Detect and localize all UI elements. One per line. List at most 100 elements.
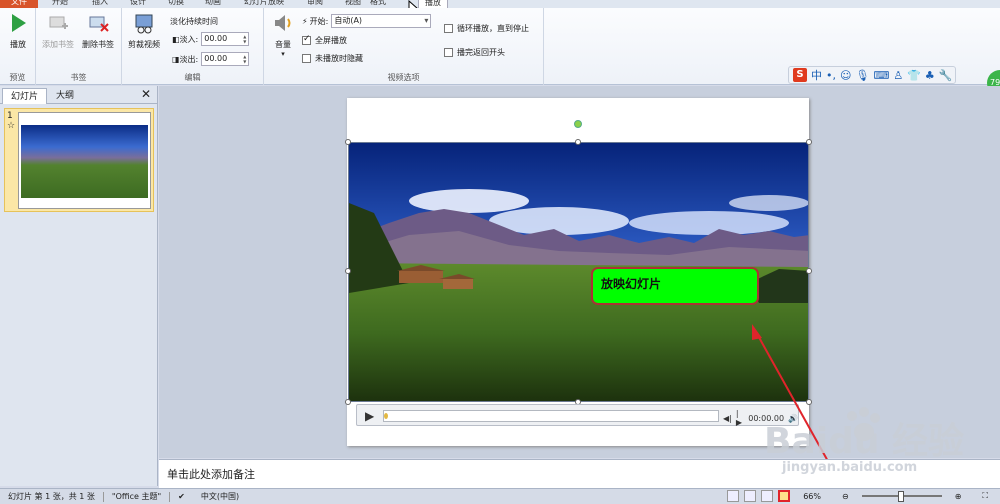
fit-window-icon[interactable]: ⛶ [974, 491, 996, 501]
tab-design[interactable]: 设计 [130, 0, 146, 8]
volume-button[interactable]: 音量 ▾ [266, 12, 300, 58]
trim-video-icon [135, 14, 153, 34]
close-icon[interactable]: ✕ [141, 87, 151, 101]
group-bookmarks: 添加书签 删除书签 书签 [36, 8, 122, 85]
fade-in-spinner[interactable]: 00.00 [201, 32, 250, 46]
add-bookmark-icon [49, 16, 68, 29]
ime-lang-toggle[interactable]: 中 [811, 67, 822, 83]
tab-view[interactable]: 视图 [345, 0, 361, 8]
language[interactable]: 中文(中国) [193, 491, 247, 502]
volume-icon [275, 15, 291, 31]
callout-box[interactable]: 放映幻灯片 [591, 267, 759, 305]
play-button[interactable]: 播放 [0, 12, 38, 50]
tab-format[interactable]: 格式 [370, 0, 386, 8]
zoom-in-icon[interactable]: ⊕ [947, 492, 970, 501]
step-back-icon[interactable]: ◀| [723, 414, 732, 423]
tab-review[interactable]: 审阅 [307, 0, 323, 8]
zoom-slider[interactable] [861, 491, 942, 502]
skin-shirt-icon[interactable]: 👕 [907, 69, 921, 82]
loop-checkbox-row[interactable]: 循环播放，直到停止 [444, 23, 529, 34]
user-icon[interactable]: ♙ [893, 69, 903, 82]
wrench-icon[interactable]: 🔧 [939, 69, 953, 82]
tab-insert[interactable]: 插入 [92, 0, 108, 8]
tab-outline[interactable]: 大纲 [48, 88, 82, 104]
sogou-logo-icon[interactable]: S [793, 68, 807, 82]
group-video-options: 音量 ▾ ⚡ 开始: 自动(A) 全屏播放 未播放时隐藏 循环播放，直到停止 播… [264, 8, 544, 85]
normal-view-icon[interactable] [727, 490, 740, 502]
start-dropdown[interactable]: 自动(A) [331, 14, 432, 28]
group-preview: 播放 预览 [0, 8, 36, 85]
slide-number: 1 ☆ [7, 111, 15, 131]
resize-handle[interactable] [806, 268, 812, 274]
fade-out-spinner[interactable]: 00.00 [201, 52, 250, 66]
microphone-icon[interactable]: 🎙 [855, 69, 869, 82]
remove-bookmark-button[interactable]: 删除书签 [78, 12, 118, 50]
group-caption: 预览 [9, 73, 26, 82]
hide-checkbox-row[interactable]: 未播放时隐藏 [302, 53, 363, 64]
reading-view-icon[interactable] [761, 490, 774, 502]
trim-video-button[interactable]: 剪裁视频 [122, 12, 166, 50]
fade-out-label: 淡出: [179, 54, 199, 64]
fade-in-label: 淡入: [179, 34, 199, 44]
fullscreen-checkbox[interactable] [302, 34, 311, 45]
fullscreen-label: 全屏播放 [315, 36, 347, 45]
watermark-cn-text: 经验 [892, 421, 965, 462]
zoom-out-icon[interactable]: ⊖ [834, 492, 857, 501]
resize-handle[interactable] [806, 139, 812, 145]
tab-home[interactable]: 开始 [52, 0, 68, 8]
tab-animations[interactable]: 动画 [205, 0, 221, 8]
rewind-checkbox-row[interactable]: 播完返回开头 [444, 47, 505, 58]
fade-duration-title: 淡化持续时间 [170, 17, 218, 26]
animation-star-icon: ☆ [7, 121, 16, 131]
slide-sorter-icon[interactable] [744, 490, 757, 502]
tab-playback[interactable]: 播放 [418, 0, 448, 8]
status-bar: 幻灯片 第 1 张，共 1 张 "Office 主题" ✔ 中文(中国) 66%… [0, 488, 1000, 504]
slide-info: 幻灯片 第 1 张，共 1 张 [8, 492, 95, 501]
tab-slides[interactable]: 幻灯片 [2, 88, 48, 104]
slide-thumbnail-selected[interactable]: 1 ☆ [4, 108, 154, 212]
hide-label: 未播放时隐藏 [315, 54, 363, 63]
media-player-bar: ▶ ◀| |▶ 00:00.00 🔊 [356, 404, 799, 427]
group-caption: 书签 [70, 73, 87, 82]
theme-name: "Office 主题" [111, 492, 162, 501]
slide-number-text: 1 [7, 111, 13, 121]
volume-dropdown-arrow: ▾ [281, 50, 285, 58]
loop-label: 循环播放，直到停止 [457, 24, 529, 33]
status-right: 66% ⊖ ⊕ ⛶ [727, 490, 996, 502]
start-row: ⚡ 开始: 自动(A) [302, 14, 432, 28]
fullscreen-checkbox-row[interactable]: 全屏播放 [302, 34, 347, 46]
panel-tabs: 幻灯片 大纲 ✕ [0, 86, 157, 104]
tab-transitions[interactable]: 切换 [168, 0, 184, 8]
player-timeline[interactable] [383, 410, 719, 422]
loop-checkbox[interactable] [444, 24, 453, 33]
group-caption: 视频选项 [387, 73, 420, 82]
zoom-level[interactable]: 66% [795, 492, 829, 501]
play-label: 播放 [10, 40, 26, 49]
hide-checkbox[interactable] [302, 54, 311, 63]
rotate-handle[interactable] [574, 120, 582, 128]
ime-toolbar: S 中 •, ☺ 🎙 ⌨ ♙ 👕 ♣ 🔧 [788, 66, 956, 84]
spellcheck-icon[interactable]: ✔ [170, 492, 193, 501]
fade-in-icon: ◧ [172, 34, 180, 44]
resize-handle[interactable] [345, 268, 351, 274]
keyboard-icon[interactable]: ⌨ [873, 69, 889, 82]
fade-out-row: ◨ 淡出: 00.00 [172, 52, 250, 66]
rewind-checkbox[interactable] [444, 48, 453, 57]
resize-handle[interactable] [345, 139, 351, 145]
toolbox-icon[interactable]: ♣ [925, 69, 935, 82]
slideshow-view-icon[interactable] [778, 490, 791, 502]
player-play-icon[interactable]: ▶ [365, 409, 374, 423]
resize-handle[interactable] [345, 399, 351, 405]
tab-file[interactable]: 文件 [0, 0, 38, 8]
play-icon [12, 14, 26, 32]
add-bookmark-button[interactable]: 添加书签 [38, 12, 78, 50]
rewind-label: 播完返回开头 [457, 48, 505, 57]
resize-handle[interactable] [575, 139, 581, 145]
tab-slideshow[interactable]: 幻灯片放映 [244, 0, 284, 8]
trim-video-label: 剪裁视频 [128, 40, 160, 49]
group-editing: 剪裁视频 淡化持续时间 ◧ 淡入: 00.00 ◨ 淡出: 00.00 编辑 [122, 8, 264, 85]
emoji-icon[interactable]: ☺ [840, 69, 851, 82]
fade-out-icon: ◨ [172, 54, 180, 64]
ime-punct-toggle[interactable]: •, [826, 69, 836, 82]
slide-thumbnail[interactable] [18, 112, 151, 209]
